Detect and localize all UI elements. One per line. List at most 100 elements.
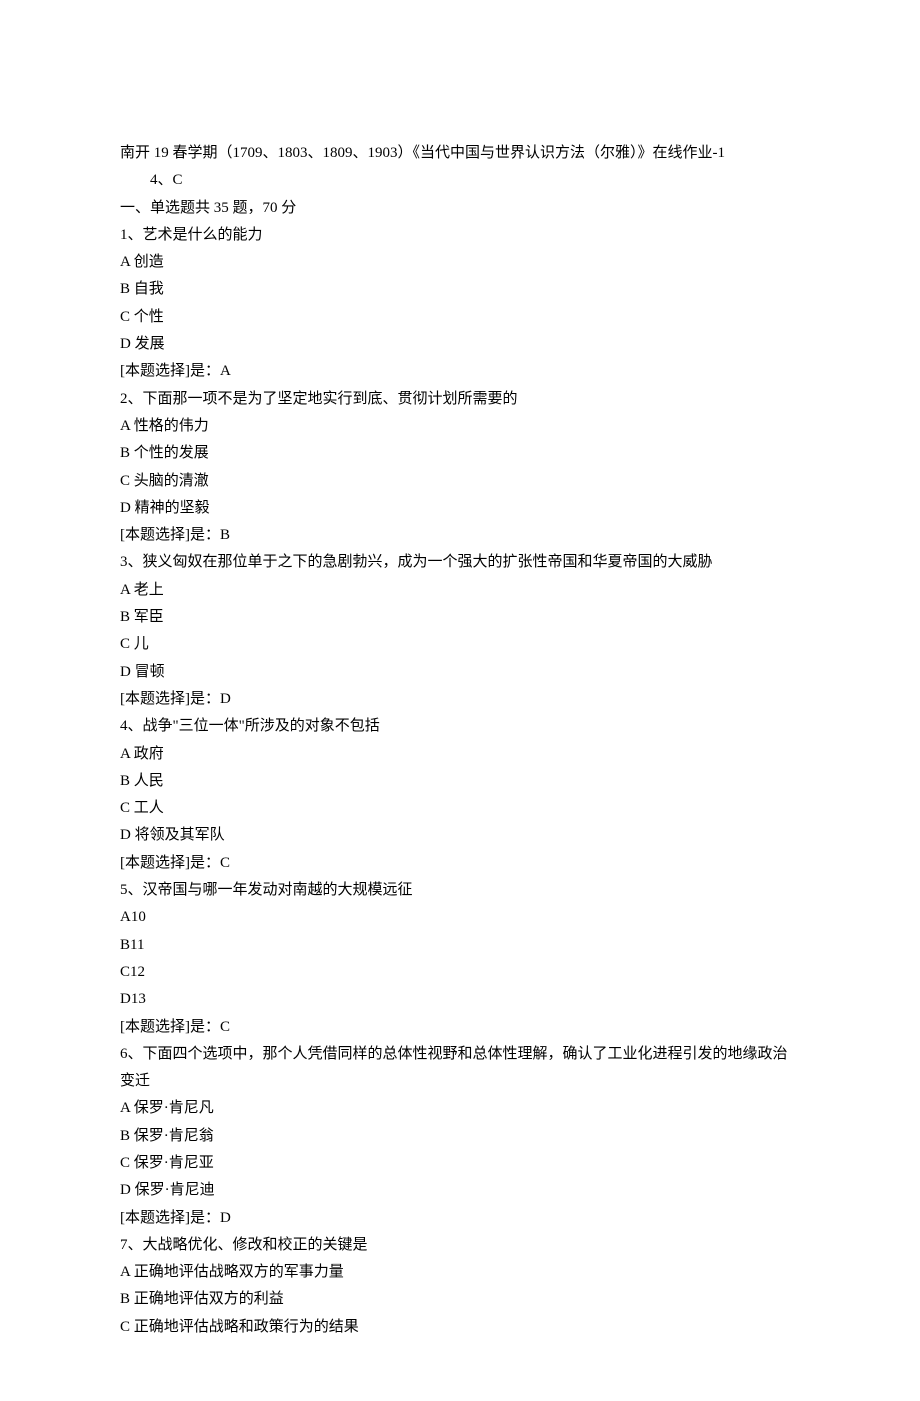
option-line: A 老上 — [120, 577, 800, 604]
option-line: A 正确地评估战略双方的军事力量 — [120, 1259, 800, 1286]
option-line: B 军臣 — [120, 604, 800, 631]
option-letter: A — [120, 909, 131, 925]
option-text: 将领及其军队 — [135, 827, 225, 843]
option-letter: A — [120, 1100, 130, 1116]
answer-label: [本题选择]是： — [120, 855, 220, 871]
option-line: C 个性 — [120, 304, 800, 331]
option-line: D 保罗·肯尼迪 — [120, 1177, 800, 1204]
answer-value: C — [220, 1019, 230, 1035]
option-text: 正确地评估双方的利益 — [134, 1291, 284, 1307]
option-letter: B — [120, 1128, 130, 1144]
option-line: D13 — [120, 986, 800, 1013]
option-line: C 儿 — [120, 631, 800, 658]
option-line: B 个性的发展 — [120, 440, 800, 467]
option-letter: C — [120, 309, 130, 325]
option-text: 保罗·肯尼亚 — [134, 1155, 214, 1171]
option-text: 工人 — [134, 800, 164, 816]
option-letter: B — [120, 1291, 130, 1307]
option-text: 创造 — [134, 254, 164, 270]
option-text: 12 — [130, 964, 145, 980]
option-line: B 保罗·肯尼翁 — [120, 1123, 800, 1150]
option-text: 老上 — [134, 582, 164, 598]
option-letter: D — [120, 336, 131, 352]
option-letter: A — [120, 746, 130, 762]
answer-line: [本题选择]是：D — [120, 1205, 800, 1232]
course-title: 南开 19 春学期（1709、1803、1809、1903）《当代中国与世界认识… — [120, 140, 800, 167]
answer-value: A — [220, 363, 231, 379]
option-line: D 将领及其军队 — [120, 822, 800, 849]
answer-label: [本题选择]是： — [120, 363, 220, 379]
question-stem: 3、狭义匈奴在那位单于之下的急剧勃兴，成为一个强大的扩张性帝国和华夏帝国的大威胁 — [120, 549, 800, 576]
option-letter: A — [120, 582, 130, 598]
option-text: 保罗·肯尼凡 — [134, 1100, 214, 1116]
option-letter: C — [120, 1155, 130, 1171]
answer-label: [本题选择]是： — [120, 691, 220, 707]
option-line: C 正确地评估战略和政策行为的结果 — [120, 1314, 800, 1341]
option-text: 正确地评估战略和政策行为的结果 — [134, 1319, 359, 1335]
question-stem: 4、战争"三位一体"所涉及的对象不包括 — [120, 713, 800, 740]
option-line: A 保罗·肯尼凡 — [120, 1095, 800, 1122]
option-text: 个性的发展 — [134, 445, 209, 461]
answer-label: [本题选择]是： — [120, 1019, 220, 1035]
option-text: 保罗·肯尼迪 — [135, 1182, 215, 1198]
option-text: 13 — [131, 991, 146, 1007]
option-text: 发展 — [135, 336, 165, 352]
option-letter: A — [120, 1264, 130, 1280]
question-stem: 6、下面四个选项中，那个人凭借同样的总体性视野和总体性理解，确认了工业化进程引发… — [120, 1041, 800, 1096]
option-letter: B — [120, 937, 130, 953]
section-header: 一、单选题共 35 题，70 分 — [120, 195, 800, 222]
option-text: 性格的伟力 — [134, 418, 209, 434]
option-text: 个性 — [134, 309, 164, 325]
option-line: C 头脑的清澈 — [120, 468, 800, 495]
meta-line: 4、C — [120, 167, 800, 194]
option-letter: C — [120, 964, 130, 980]
option-letter: D — [120, 500, 131, 516]
option-text: 人民 — [134, 773, 164, 789]
option-line: B 人民 — [120, 768, 800, 795]
option-letter: B — [120, 445, 130, 461]
option-text: 保罗·肯尼翁 — [134, 1128, 214, 1144]
answer-value: C — [220, 855, 230, 871]
option-line: B 自我 — [120, 276, 800, 303]
answer-value: D — [220, 691, 231, 707]
option-text: 自我 — [134, 281, 164, 297]
option-line: A 政府 — [120, 741, 800, 768]
option-letter: A — [120, 418, 130, 434]
option-line: D 发展 — [120, 331, 800, 358]
option-letter: B — [120, 773, 130, 789]
option-line: A 创造 — [120, 249, 800, 276]
option-line: A 性格的伟力 — [120, 413, 800, 440]
option-letter: D — [120, 991, 131, 1007]
question-stem: 7、大战略优化、修改和校正的关键是 — [120, 1232, 800, 1259]
option-letter: D — [120, 1182, 131, 1198]
option-text: 头脑的清澈 — [134, 473, 209, 489]
answer-value: B — [220, 527, 230, 543]
option-text: 正确地评估战略双方的军事力量 — [134, 1264, 344, 1280]
option-letter: A — [120, 254, 130, 270]
option-letter: D — [120, 827, 131, 843]
option-text: 11 — [130, 937, 144, 953]
question-stem: 2、下面那一项不是为了坚定地实行到底、贯彻计划所需要的 — [120, 386, 800, 413]
question-stem: 1、艺术是什么的能力 — [120, 222, 800, 249]
option-letter: B — [120, 281, 130, 297]
answer-line: [本题选择]是：C — [120, 850, 800, 877]
option-line: B11 — [120, 932, 800, 959]
answer-label: [本题选择]是： — [120, 1210, 220, 1226]
question-stem: 5、汉帝国与哪一年发动对南越的大规模远征 — [120, 877, 800, 904]
answer-value: D — [220, 1210, 231, 1226]
answer-line: [本题选择]是：A — [120, 358, 800, 385]
option-letter: C — [120, 1319, 130, 1335]
option-line: A10 — [120, 904, 800, 931]
option-text: 儿 — [134, 636, 149, 652]
option-text: 军臣 — [134, 609, 164, 625]
option-line: B 正确地评估双方的利益 — [120, 1286, 800, 1313]
option-line: C12 — [120, 959, 800, 986]
option-letter: C — [120, 800, 130, 816]
answer-line: [本题选择]是：D — [120, 686, 800, 713]
option-text: 冒顿 — [135, 664, 165, 680]
option-letter: D — [120, 664, 131, 680]
document-page: 南开 19 春学期（1709、1803、1809、1903）《当代中国与世界认识… — [0, 0, 920, 1401]
answer-line: [本题选择]是：C — [120, 1014, 800, 1041]
option-letter: C — [120, 636, 130, 652]
answer-label: [本题选择]是： — [120, 527, 220, 543]
